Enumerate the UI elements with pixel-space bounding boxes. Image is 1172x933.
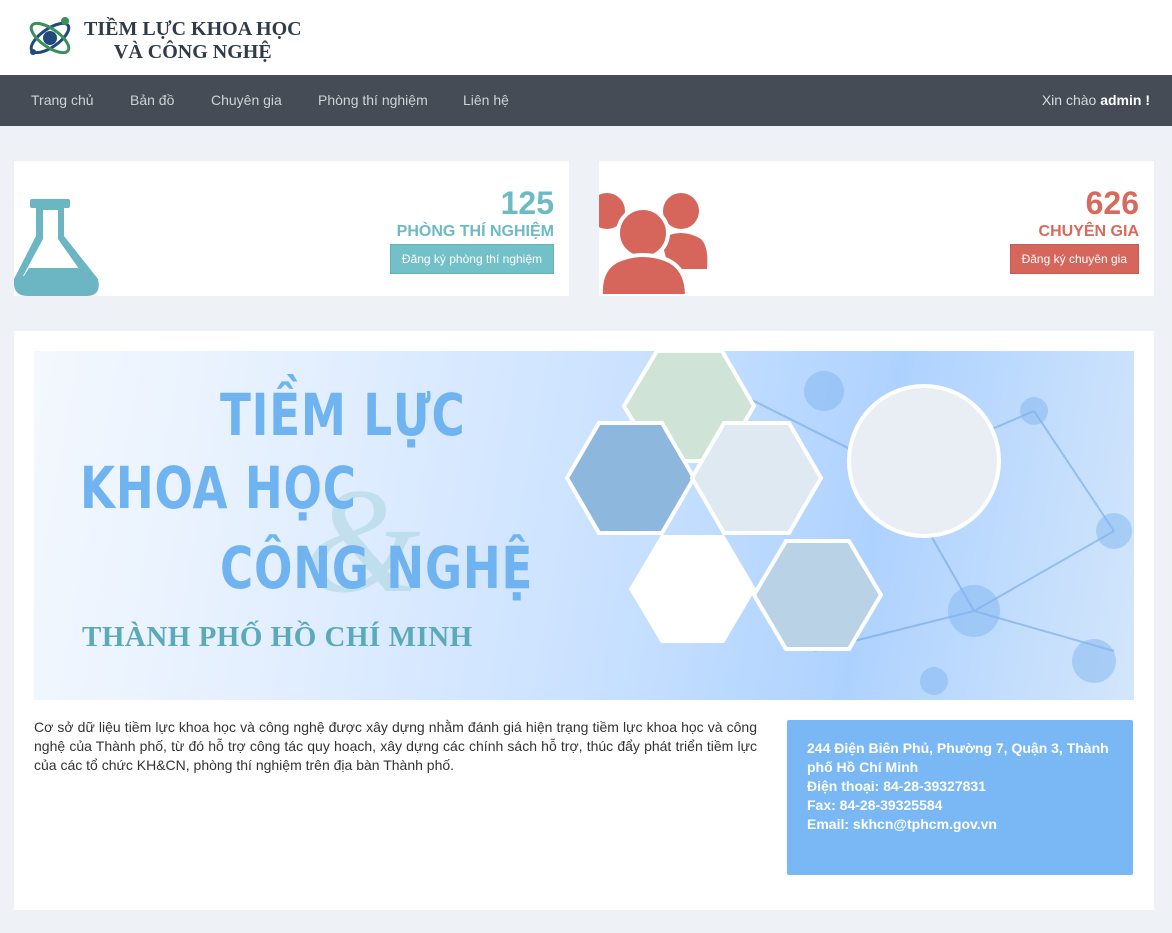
banner-line-2: KHOA HỌC: [80, 454, 357, 522]
contact-address: 244 Điện Biên Phủ, Phường 7, Quận 3, Thà…: [807, 740, 1109, 775]
users-icon: [599, 193, 708, 296]
contact-box: 244 Điện Biên Phủ, Phường 7, Quận 3, Thà…: [787, 720, 1133, 875]
labs-stat-card: 125 PHÒNG THÍ NGHIỆM Đăng ký phòng thí n…: [14, 161, 569, 296]
flask-icon: [14, 199, 99, 296]
atom-logo-icon[interactable]: [24, 11, 76, 63]
greeting-prefix: Xin chào: [1041, 92, 1097, 108]
username: admin: [1100, 92, 1142, 108]
contact-fax: Fax: 84-28-39325584: [807, 797, 943, 813]
main-navbar: Trang chủ Bản đồ Chuyên gia Phòng thí ng…: [0, 75, 1172, 126]
nav-item-experts[interactable]: Chuyên gia: [211, 75, 282, 126]
experts-count: 626: [1085, 185, 1139, 221]
hero-banner: & TIỀM LỰC KHOA HỌC CÔNG NGHỆ THÀNH PHỐ …: [34, 351, 1134, 700]
site-header: TIỀM LỰC KHOA HỌC VÀ CÔNG NGHỆ: [0, 0, 1172, 75]
logo-title[interactable]: TIỀM LỰC KHOA HỌC VÀ CÔNG NGHỆ: [84, 18, 302, 64]
banner-city: THÀNH PHỐ HỒ CHÍ MINH: [82, 621, 473, 653]
site-description: Cơ sở dữ liệu tiềm lực khoa học và công …: [34, 719, 757, 773]
labs-count: 125: [500, 185, 554, 221]
nav-item-home[interactable]: Trang chủ: [31, 75, 94, 126]
experts-label: CHUYÊN GIA: [1038, 223, 1139, 240]
nav-item-contact[interactable]: Liên hệ: [463, 75, 509, 126]
main-content-panel: & TIỀM LỰC KHOA HỌC CÔNG NGHỆ THÀNH PHỐ …: [14, 331, 1154, 910]
register-lab-button[interactable]: Đăng ký phòng thí nghiệm: [389, 244, 554, 274]
labs-label: PHÒNG THÍ NGHIỆM: [396, 223, 554, 240]
greeting-suffix: !: [1145, 92, 1150, 108]
user-greeting[interactable]: Xin chào admin !: [1042, 75, 1150, 126]
banner-line-3: CÔNG NGHỆ: [220, 534, 534, 602]
logo-line-1: TIỀM LỰC KHOA HỌC: [84, 18, 302, 40]
banner-line-1: TIỀM LỰC: [220, 381, 466, 449]
experts-stat-card: 626 CHUYÊN GIA Đăng ký chuyên gia: [599, 161, 1154, 296]
nav-item-map[interactable]: Bản đồ: [130, 75, 174, 126]
contact-phone: Điện thoại: 84-28-39327831: [807, 778, 986, 794]
nav-item-labs[interactable]: Phòng thí nghiệm: [318, 75, 428, 126]
logo-line-2: VÀ CÔNG NGHỆ: [113, 41, 272, 63]
contact-email[interactable]: Email: skhcn@tphcm.gov.vn: [807, 815, 1113, 834]
register-expert-button[interactable]: Đăng ký chuyên gia: [1009, 244, 1139, 274]
